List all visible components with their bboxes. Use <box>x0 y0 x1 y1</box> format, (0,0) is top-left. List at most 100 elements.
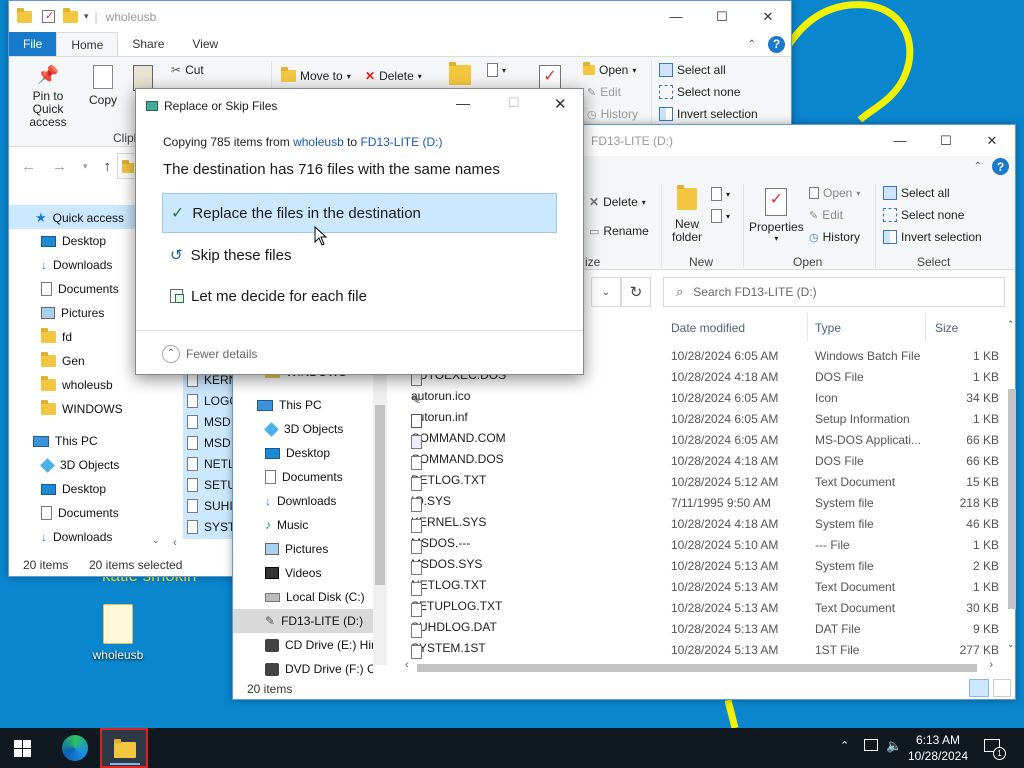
new-folder-icon[interactable] <box>63 7 78 23</box>
nav-item-local-disk[interactable]: Local Disk (C:) <box>265 590 365 604</box>
nav-item-pictures[interactable]: Pictures <box>265 542 328 556</box>
file-explorer-taskbar-button[interactable] <box>100 728 148 768</box>
nav-item-downloads[interactable]: ↓ Downloads <box>265 494 336 508</box>
nav-item-documents[interactable]: Documents <box>265 470 343 484</box>
search-input[interactable]: ⌕ Search FD13-LITE (D:) <box>663 277 1005 307</box>
table-row[interactable]: SYSTEM.1ST 10/28/2024 5:13 AM 1ST File 277 … <box>393 639 1003 660</box>
volume-muted-icon[interactable]: 🔈 <box>886 738 902 754</box>
nav-item-music[interactable]: ♪ Music <box>265 518 308 532</box>
table-row[interactable]: ✎ autorun.ico 10/28/2024 6:05 AM Icon 34 KB <box>393 387 1003 408</box>
delete-button[interactable]: ✕ Delete ▾ <box>589 195 646 209</box>
table-row[interactable]: MSDOS.SYS 10/28/2024 5:13 AM System file 2 … <box>393 555 1003 576</box>
nav-item-pc-desktop[interactable]: Desktop <box>41 482 106 496</box>
nav-this-pc[interactable]: This PC <box>257 398 322 412</box>
windows-start-icon[interactable] <box>14 740 31 757</box>
edit-button[interactable]: ✎ Edit <box>809 208 843 222</box>
recent-dropdown-icon[interactable]: ▾ <box>83 161 88 172</box>
collapse-ribbon-icon[interactable]: ⌃ <box>748 39 756 50</box>
properties-check-icon[interactable]: ✓ <box>42 10 55 23</box>
nav-item-desktop[interactable]: Desktop <box>41 234 106 248</box>
open-button[interactable]: Open ▾ <box>809 186 860 200</box>
replace-files-option[interactable]: ✓ Replace the files in the destination <box>162 193 557 233</box>
minimize-button[interactable]: — <box>653 2 699 32</box>
rename-button[interactable]: ▭ Rename <box>589 224 649 238</box>
pin-quick-access-button[interactable]: 📌 Pin to Quick access <box>17 65 79 129</box>
up-arrow-icon[interactable]: ↑ <box>104 158 112 175</box>
network-icon[interactable] <box>864 739 878 751</box>
tab-home[interactable]: Home <box>56 32 119 56</box>
nav-item-wholeusb[interactable]: wholeusb <box>41 376 113 392</box>
decide-each-option[interactable]: Let me decide for each file <box>162 276 557 316</box>
table-row[interactable]: DETLOG.TXT 10/28/2024 5:12 AM Text Documen… <box>393 471 1003 492</box>
table-row[interactable]: NETLOG.TXT 10/28/2024 5:13 AM Text Documen… <box>393 576 1003 597</box>
qat-dropdown-icon[interactable]: ▾ <box>84 11 89 22</box>
nav-item-3d-objects[interactable]: 3D Objects <box>264 421 343 437</box>
maximize-button[interactable]: ☐ <box>923 126 969 156</box>
table-row[interactable]: MSDOS.--- 10/28/2024 5:10 AM --- File 1 KB <box>393 534 1003 555</box>
dialog-minimize-button[interactable]: — <box>456 95 470 111</box>
file-row[interactable]: SETU <box>187 478 236 492</box>
nav-item-fd13-lite[interactable]: ✎ FD13-LITE (D:) <box>265 614 363 628</box>
nav-item-pc-downloads[interactable]: ↓ Downloads <box>41 530 112 544</box>
table-row[interactable]: COMMAND.DOS 10/28/2024 4:18 AM DOS File 66 … <box>393 450 1003 471</box>
nav-item-3d-objects[interactable]: 3D Objects <box>40 457 119 473</box>
column-type[interactable]: Type <box>815 321 841 335</box>
table-row[interactable]: autorun.inf 10/28/2024 6:05 AM Setup Infor… <box>393 408 1003 429</box>
file-row[interactable]: MSD <box>187 415 231 429</box>
copy-button[interactable]: Copy <box>89 65 117 107</box>
edit-button[interactable]: ✎ Edit <box>587 85 621 99</box>
history-button[interactable]: ◷ History <box>587 107 638 121</box>
close-button[interactable]: ✕ <box>745 2 791 32</box>
nav-this-pc[interactable]: This PC <box>33 434 98 448</box>
nav-item-documents[interactable]: Documents <box>41 282 119 296</box>
nav-quick-access[interactable]: ★ Quick access <box>35 210 124 226</box>
column-date-modified[interactable]: Date modified <box>671 321 745 335</box>
clock[interactable]: 6:13 AM 10/28/2024 <box>906 732 970 764</box>
file-list-scrollbar[interactable]: ⌃ ⌄ <box>1007 319 1017 659</box>
properties-button[interactable]: ✓ Properties ▾ <box>749 188 804 243</box>
destination-link[interactable]: FD13-LITE (D:) <box>360 135 442 149</box>
file-row[interactable]: KERN <box>187 373 237 387</box>
nav-item-gen[interactable]: Gen <box>41 352 85 368</box>
table-row[interactable]: IO.SYS 7/11/1995 9:50 AM System file 218 KB <box>393 492 1003 513</box>
easy-access-icon[interactable]: ▾ <box>711 209 730 223</box>
forward-arrow-icon[interactable]: → <box>52 158 67 175</box>
file-row[interactable]: LOGO <box>187 394 239 408</box>
file-row[interactable]: SUHI <box>187 499 233 513</box>
source-link[interactable]: wholeusb <box>293 135 344 149</box>
nav-item-windows[interactable]: WINDOWS <box>41 400 123 416</box>
table-row[interactable]: COMMAND.COM 10/28/2024 6:05 AM MS-DOS Appl… <box>393 429 1003 450</box>
column-size[interactable]: Size <box>935 321 958 335</box>
select-none-button[interactable]: Select none <box>659 85 740 99</box>
back-arrow-icon[interactable]: ← <box>21 158 36 175</box>
scroll-down-icon[interactable]: ⌄ <box>152 535 160 546</box>
nav-item-pc-documents[interactable]: Documents <box>41 506 119 520</box>
help-icon[interactable]: ? <box>992 158 1009 175</box>
large-icons-view-icon[interactable] <box>993 679 1011 697</box>
edge-browser-icon[interactable] <box>62 735 88 761</box>
delete-button[interactable]: ✕ Delete ▾ <box>365 69 422 83</box>
nav-item-downloads[interactable]: ↓ Downloads <box>41 258 112 272</box>
table-row[interactable]: SUHDLOG.DAT 10/28/2024 5:13 AM DAT File 9 K… <box>393 618 1003 639</box>
select-all-button[interactable]: Select all <box>659 63 726 77</box>
refresh-icon[interactable]: ↻ <box>621 277 651 307</box>
invert-selection-button[interactable]: Invert selection <box>659 107 758 121</box>
file-row[interactable]: MSD <box>187 436 231 450</box>
history-button[interactable]: ◷ History <box>809 230 860 244</box>
table-row[interactable]: SETUPLOG.TXT 10/28/2024 5:13 AM Text Docum… <box>393 597 1003 618</box>
open-button[interactable]: Open ▾ <box>583 62 636 77</box>
horizontal-scrollbar[interactable]: ‹ › <box>403 659 997 675</box>
nav-item-cd-drive[interactable]: CD Drive (E:) Hir <box>265 638 373 652</box>
nav-item-desktop[interactable]: Desktop <box>265 446 330 460</box>
file-row[interactable]: NETL <box>187 457 235 471</box>
tab-file[interactable]: File <box>9 32 57 56</box>
fewer-details-button[interactable]: ⌃ Fewer details <box>162 345 257 363</box>
maximize-button[interactable]: ☐ <box>699 2 745 32</box>
invert-selection-button[interactable]: Invert selection <box>883 230 982 244</box>
new-folder-button[interactable]: New folder <box>669 185 705 244</box>
new-folder-ribbon-icon[interactable] <box>449 62 471 85</box>
cut-button[interactable]: ✂ Cut <box>171 63 204 77</box>
minimize-button[interactable]: — <box>877 126 923 156</box>
nav-item-videos[interactable]: Videos <box>265 566 321 580</box>
dialog-close-button[interactable]: ✕ <box>554 95 567 113</box>
